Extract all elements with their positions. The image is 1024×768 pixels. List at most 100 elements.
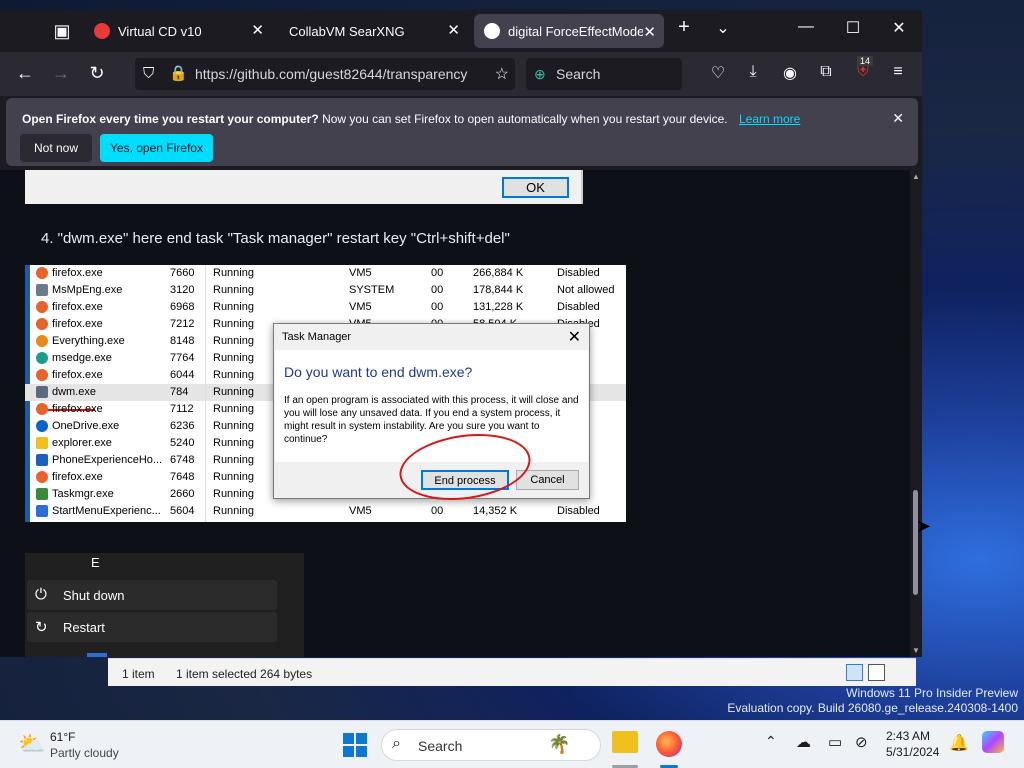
screenshot-dialog-fragment: OK [25, 170, 583, 204]
tab-list-icon[interactable]: ▣ [50, 21, 74, 42]
close-icon: ✕ [567, 329, 581, 346]
menu-icon[interactable]: ≡ [887, 63, 909, 81]
bookmark-star-icon[interactable]: ☆ [495, 64, 509, 84]
defender-icon [36, 284, 48, 296]
account-icon[interactable]: ◉ [779, 63, 801, 83]
search-input[interactable]: ⊕ Search [526, 58, 682, 90]
tab-label: Virtual CD v10 [118, 23, 202, 39]
step-text: 4. "dwm.exe" here end task "Task manager… [41, 230, 510, 247]
tab-virtual-cd[interactable]: Virtual CD v10 ✕ [84, 12, 274, 50]
yes-open-firefox-button[interactable]: Yes, open Firefox [100, 134, 213, 162]
copilot-icon[interactable] [982, 731, 1004, 753]
explorer-status-bar: 1 item 1 item selected 264 bytes [108, 658, 916, 686]
item-count: 1 item [122, 667, 155, 681]
clock-date[interactable]: 5/31/2024 [886, 745, 939, 759]
weather-temp[interactable]: 61°F [50, 730, 75, 744]
windows-logo-tile [356, 733, 367, 744]
process-row: firefox.exe 7660 Running VM5 00 266,884 … [25, 265, 626, 282]
tab-github[interactable]: digital ForceEffectMode.i ✕ [474, 14, 664, 48]
search-highlight-icon: 🌴 [548, 734, 571, 754]
firefox-icon [36, 301, 48, 313]
chevron-up-icon[interactable]: ⌃ [765, 733, 777, 750]
onedrive-icon [36, 420, 48, 432]
url-text[interactable]: https://github.com/guest82644/transparen… [195, 66, 485, 82]
dialog-title: Task Manager [282, 331, 352, 343]
notification-text: Now you can set Firefox to open automati… [322, 112, 728, 126]
cloud-offline-icon[interactable]: ☁ [796, 733, 811, 751]
scroll-down-arrow[interactable]: ▼ [912, 646, 920, 655]
window-close-button[interactable]: ✕ [876, 18, 922, 38]
learn-more-link[interactable]: Learn more [739, 112, 800, 126]
close-icon[interactable]: ✕ [251, 21, 264, 39]
windows-logo-tile [343, 733, 354, 744]
notification-bell-icon[interactable]: 🔔 [949, 733, 969, 753]
start-menu-icon [36, 505, 48, 517]
screenshot-power-menu: E ⏻ Shut down ↻ Restart [25, 553, 304, 657]
firefox-icon [36, 267, 48, 279]
maximize-button[interactable]: ☐ [830, 18, 876, 38]
process-row: StartMenuExperienc... 5604 Running VM5 0… [25, 503, 626, 520]
menu-letter: E [91, 555, 100, 570]
process-row: MsMpEng.exe 3120 Running SYSTEM 00 178,8… [25, 282, 626, 299]
taskbar-search[interactable]: ⌕ Search 🌴 [381, 729, 601, 761]
taskbar-search-label: Search [418, 738, 463, 754]
firefox-taskbar-icon[interactable] [656, 731, 682, 757]
dwm-icon [36, 386, 48, 398]
power-icon: ⏻ [35, 586, 47, 603]
display-icon[interactable]: ▭ [828, 733, 842, 751]
close-icon[interactable]: ✕ [447, 21, 460, 39]
partly-cloudy-icon[interactable]: ⛅ [18, 731, 45, 757]
tab-label: digital ForceEffectMode.i [508, 23, 643, 39]
reload-icon[interactable]: ↻ [85, 63, 109, 84]
not-now-button[interactable]: Not now [20, 134, 92, 162]
minimize-button[interactable]: — [783, 18, 829, 36]
task-manager-icon [36, 488, 48, 500]
everything-icon [36, 335, 48, 347]
lock-icon[interactable]: 🔒 [169, 64, 188, 82]
mouse-cursor: ➤ [916, 516, 932, 536]
extensions-icon[interactable]: ⧉ [815, 63, 837, 81]
shield-icon[interactable]: ⛉ [143, 65, 154, 82]
address-bar[interactable]: ⛉ 🔒 https://github.com/guest82644/transp… [135, 58, 515, 90]
nav-bar: ← → ↻ ⛉ 🔒 https://github.com/guest82644/… [0, 52, 922, 96]
tiles-view-button[interactable] [868, 664, 885, 681]
download-icon[interactable]: ⤓ [742, 63, 764, 81]
weather-desc[interactable]: Partly cloudy [50, 746, 119, 760]
scrollbar-thumb[interactable] [913, 490, 918, 595]
pocket-icon[interactable]: ♡ [707, 63, 729, 83]
shutdown-item: ⏻ Shut down [27, 580, 277, 610]
start-button[interactable] [343, 733, 367, 757]
tab-bar: ▣ Virtual CD v10 ✕ CollabVM SearXNG ✕ di… [0, 10, 922, 52]
chevron-down-icon[interactable]: ⌄ [700, 18, 746, 38]
page-content: OK 4. "dwm.exe" here end task "Task mana… [0, 170, 910, 657]
screenshot-task-manager: firefox.exe 7660 Running VM5 00 266,884 … [25, 265, 626, 522]
github-icon [484, 23, 500, 39]
selected-info: 1 item selected 264 bytes [176, 667, 313, 681]
folder-icon [36, 437, 48, 449]
dialog-heading: Do you want to end dwm.exe? [284, 364, 473, 380]
firefox-icon [36, 369, 48, 381]
details-view-button[interactable] [846, 664, 863, 681]
dialog-message: If an open program is associated with th… [284, 395, 579, 445]
search-placeholder: Search [556, 66, 601, 82]
firefox-icon [36, 471, 48, 483]
back-icon[interactable]: ← [13, 63, 37, 84]
forward-icon[interactable]: → [49, 63, 73, 84]
watermark-line1: Windows 11 Pro Insider Preview [846, 686, 1018, 700]
search-icon: ⌕ [392, 735, 401, 752]
feedback-hub-icon [87, 653, 107, 657]
firefox-window: ▣ Virtual CD v10 ✕ CollabVM SearXNG ✕ di… [0, 10, 922, 657]
close-icon[interactable]: ✕ [892, 110, 904, 127]
tab-collabvm-searxng[interactable]: CollabVM SearXNG ✕ [278, 12, 470, 50]
search-engine-icon: ⊕ [534, 66, 546, 82]
taskbar: ⛅ 61°F Partly cloudy ⌕ Search 🌴 ⌃ ☁ ▭ ⊘ … [0, 720, 1024, 768]
restart-item: ↻ Restart [27, 612, 277, 642]
close-icon[interactable]: ✕ [643, 23, 656, 41]
file-explorer-icon[interactable] [612, 731, 638, 753]
network-icon[interactable]: ⊘ [855, 733, 868, 751]
scroll-up-arrow[interactable]: ▲ [912, 172, 920, 181]
notification-message: Open Firefox every time you restart your… [22, 112, 800, 126]
clock-time[interactable]: 2:43 AM [886, 729, 930, 743]
firefox-icon [36, 318, 48, 330]
scrollbar[interactable]: ▲ ▼ [910, 170, 922, 657]
